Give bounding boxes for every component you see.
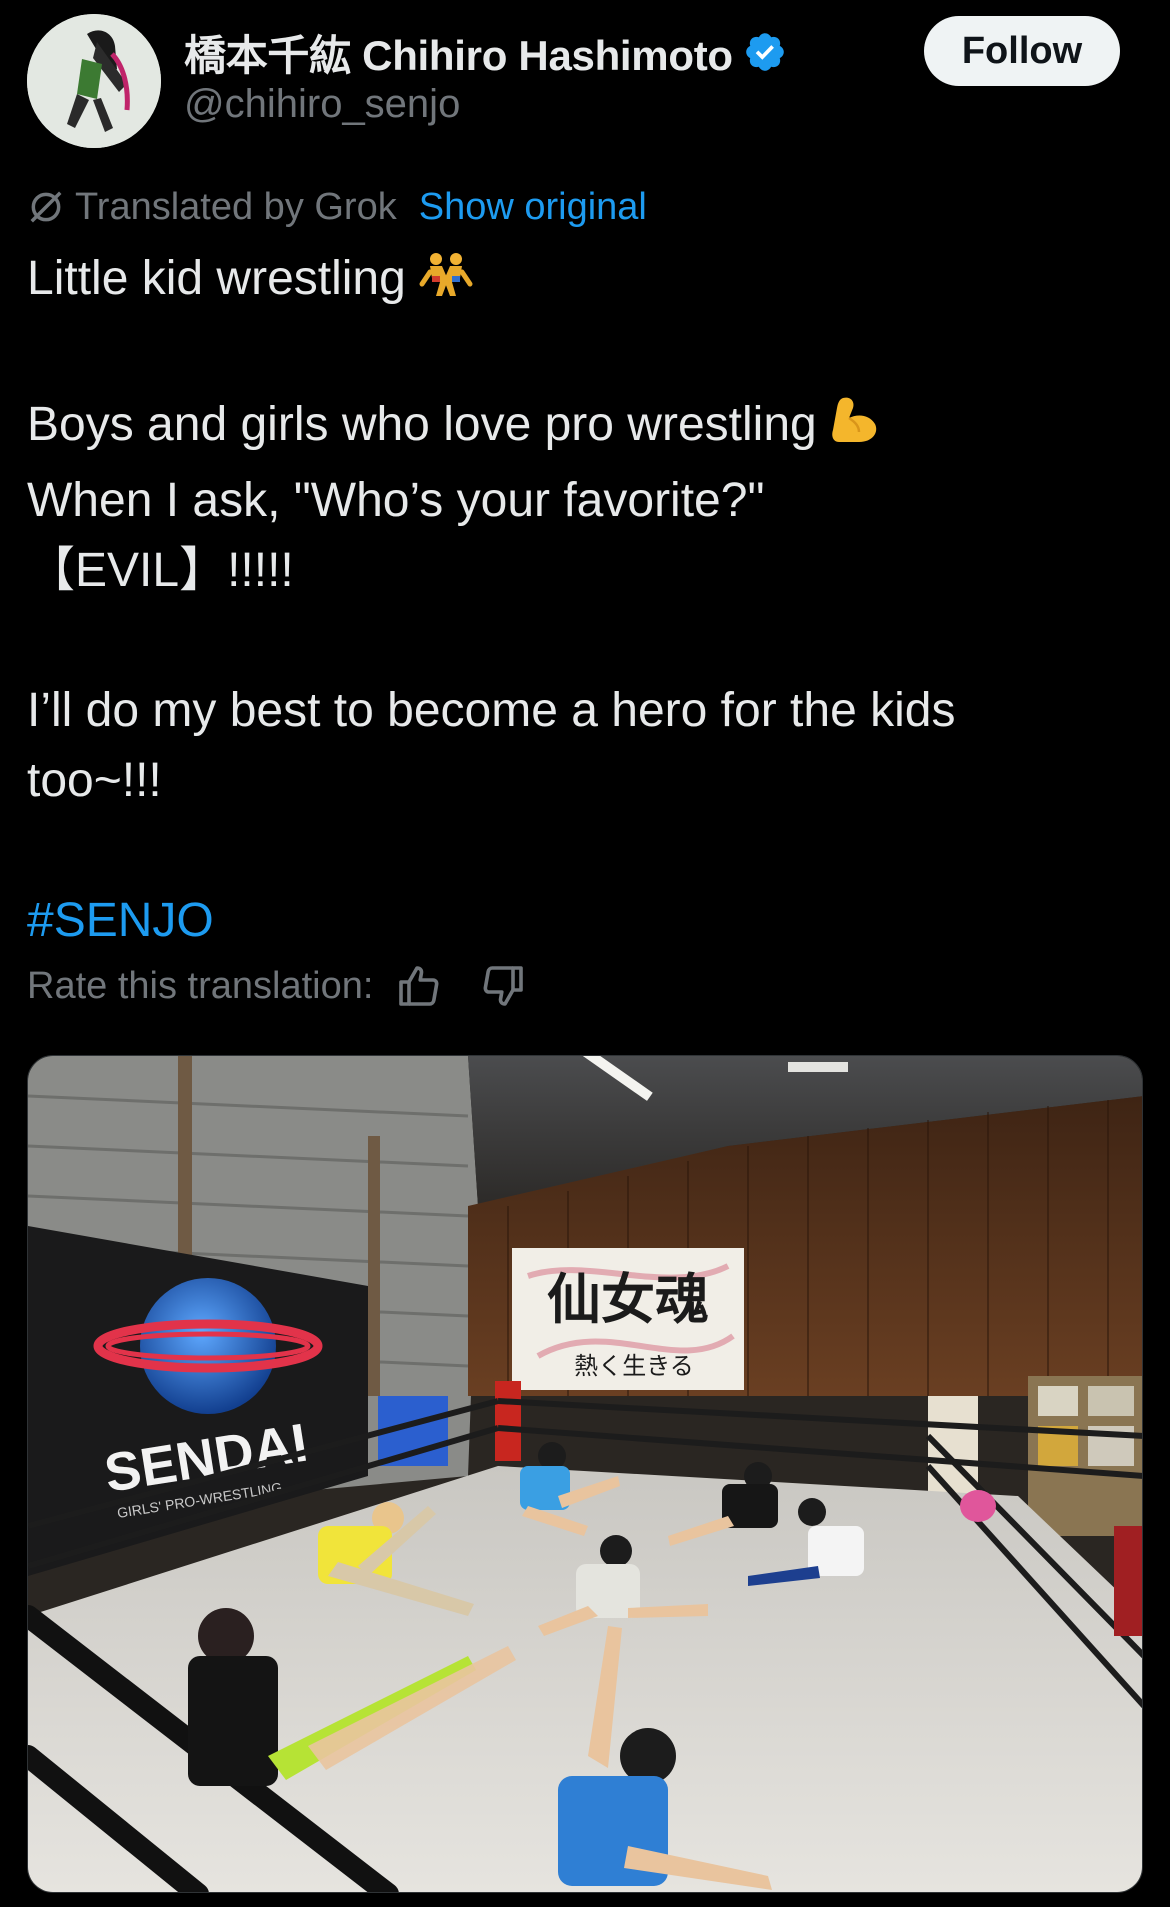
tweet-line: [27, 816, 1137, 886]
tweet-line: Little kid wrestling: [27, 244, 1137, 320]
rate-translation-label: Rate this translation:: [27, 964, 374, 1007]
avatar[interactable]: [27, 14, 161, 148]
tweet-body: Little kid wrestling Boys and girls who …: [27, 244, 1137, 956]
author-display-name[interactable]: 橋本千紘 Chihiro Hashimoto: [184, 22, 733, 83]
follow-button[interactable]: Follow: [924, 16, 1120, 86]
banner-calligraphy-sub: 熱く生きる: [574, 1352, 694, 1380]
tweet-line: When I ask, "Who’s your favorite?": [27, 474, 765, 527]
translation-notice: Translated by Grok Show original: [27, 182, 647, 232]
tweet-line: too~!!!: [27, 754, 162, 807]
wrestlers-emoji: [418, 250, 474, 320]
tweet-photo[interactable]: 仙女魂 熱く生きる SENDAI GIRLS' PRO-WRESTLING: [27, 1055, 1143, 1893]
rate-translation: Rate this translation:: [27, 956, 527, 1016]
banner-calligraphy: 仙女魂: [547, 1267, 709, 1331]
thumbs-down-icon[interactable]: [479, 962, 527, 1010]
grok-icon: [27, 188, 65, 226]
tweet-line: Boys and girls who love pro wrestling: [27, 390, 1137, 466]
author-handle[interactable]: @chihiro_senjo: [184, 82, 460, 127]
thumbs-up-icon[interactable]: [395, 962, 443, 1010]
tweet-line: [27, 606, 1137, 676]
flexed-biceps-emoji: [829, 394, 881, 466]
tweet-line: I’ll do my best to become a hero for the…: [27, 684, 956, 737]
tweet-line: 【EVIL】!!!!!: [27, 544, 294, 597]
translation-label: Translated by Grok: [75, 185, 397, 228]
tweet-line: [27, 320, 1137, 390]
tweet-header: 橋本千紘 Chihiro Hashimoto @chihiro_senjo Fo…: [0, 0, 1170, 160]
author-name-row[interactable]: 橋本千紘 Chihiro Hashimoto: [184, 24, 787, 80]
hashtag-link[interactable]: #SENJO: [27, 894, 214, 947]
show-original-link[interactable]: Show original: [419, 186, 647, 229]
verified-badge-icon: [743, 30, 787, 74]
